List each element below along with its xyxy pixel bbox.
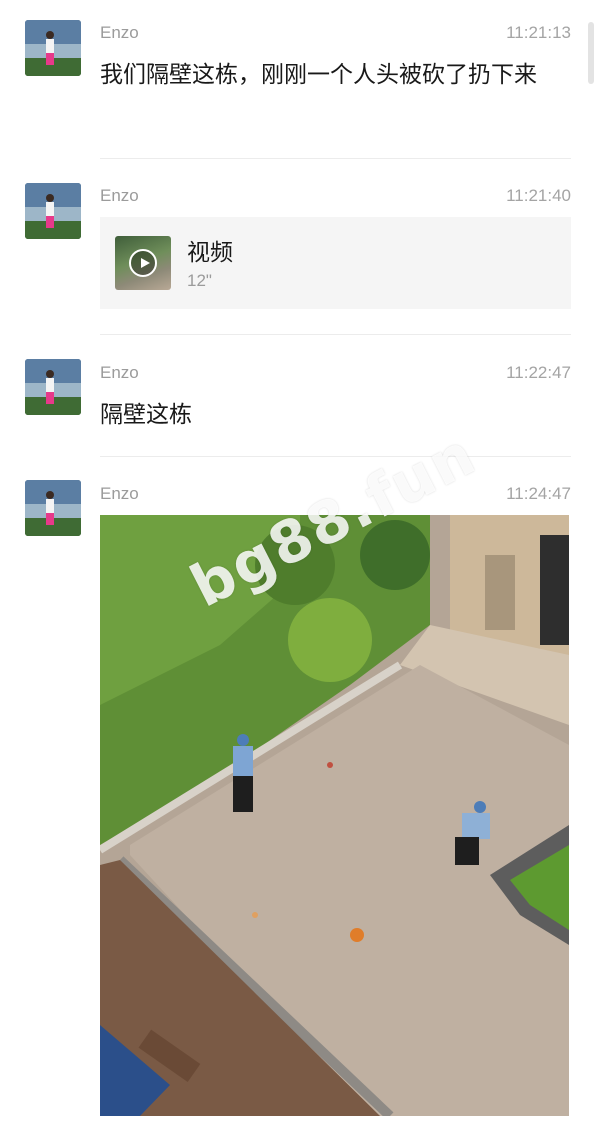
- sender-avatar[interactable]: [25, 20, 81, 76]
- message-time: 11:24:47: [506, 484, 571, 503]
- sender-avatar[interactable]: [25, 480, 81, 536]
- video-duration: 12": [187, 271, 212, 290]
- sender-name: Enzo: [100, 23, 139, 42]
- sender-avatar[interactable]: [25, 183, 81, 239]
- message-time: 11:22:47: [506, 363, 571, 382]
- video-label: 视频: [187, 240, 233, 266]
- message-time: 11:21:40: [506, 186, 571, 205]
- message-text: 我们隔壁这栋，刚刚一个人头被砍了扔下来: [100, 62, 537, 88]
- message-divider: [100, 334, 571, 335]
- scrollbar[interactable]: [588, 22, 594, 84]
- sender-name: Enzo: [100, 484, 139, 503]
- play-icon[interactable]: [129, 249, 157, 277]
- message-divider: [100, 456, 571, 457]
- sender-name: Enzo: [100, 363, 139, 382]
- sender-avatar[interactable]: [25, 359, 81, 415]
- sender-name: Enzo: [100, 186, 139, 205]
- image-message[interactable]: [100, 515, 569, 1116]
- video-thumbnail[interactable]: [115, 236, 171, 290]
- message-text: 隔壁这栋: [100, 402, 192, 428]
- message-divider: [100, 158, 571, 159]
- message-time: 11:21:13: [506, 23, 571, 42]
- courtyard-photo: [100, 515, 569, 1116]
- video-message-card[interactable]: 视频 12": [100, 217, 571, 309]
